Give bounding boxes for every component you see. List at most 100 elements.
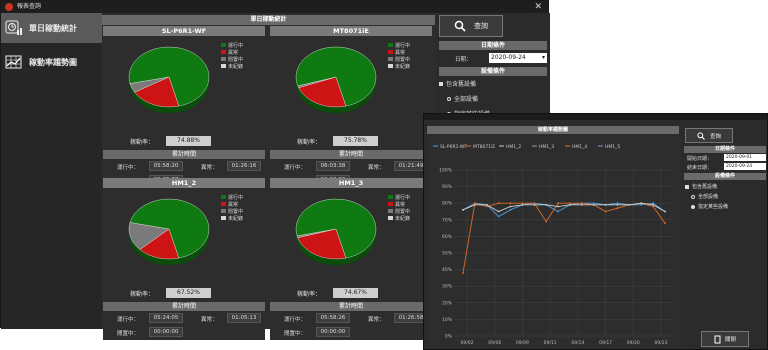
data-point	[616, 207, 619, 210]
machine-name: HM1_2	[103, 178, 265, 188]
title-bar	[424, 114, 767, 120]
pie-legend: 運行中 異常 閒置中 未紀錄	[221, 43, 243, 71]
machine-card: MT8071iE 運行中 異常 閒置中 未紀錄 稼動率： 75.78% 累計時間 運行…	[270, 26, 432, 188]
data-point	[604, 210, 607, 213]
date-header: 日期條件	[439, 41, 547, 50]
legend-swatch	[221, 195, 226, 199]
data-point	[616, 202, 619, 205]
data-point	[545, 203, 548, 206]
data-point	[462, 208, 464, 211]
data-point	[533, 203, 536, 206]
data-point	[509, 202, 512, 205]
run-time: 05:24:05	[149, 313, 183, 323]
include-old-checkbox[interactable]: 包含舊設備	[685, 183, 717, 190]
data-point	[616, 203, 619, 206]
date-input[interactable]: 2020-09-24 ▾	[489, 53, 547, 63]
legend-swatch	[221, 216, 226, 220]
pie-legend: 運行中 異常 閒置中 未紀錄	[388, 195, 410, 223]
data-point	[497, 215, 500, 218]
legend-swatch	[221, 202, 226, 206]
legend-label: 未紀錄	[395, 216, 411, 222]
trend-header: 稼動率趨勢圖	[427, 126, 679, 134]
y-tick-label: 30%	[442, 284, 453, 290]
legend-label: 運行中	[228, 195, 244, 201]
start-date-input[interactable]: 2020-09-01	[724, 154, 766, 161]
rate-label: 稼動率：	[297, 139, 322, 146]
rate-value: 67.52%	[166, 288, 211, 298]
y-tick-label: 40%	[442, 267, 453, 273]
x-tick-label: 09/14	[571, 340, 584, 346]
legend-swatch	[221, 43, 226, 47]
pie-legend: 運行中 異常 閒置中 未紀錄	[388, 43, 410, 71]
legend-label: SL-P6R1-WF	[440, 144, 467, 150]
radio-specific-devices[interactable]: 指定某些設備	[691, 203, 728, 210]
data-point	[592, 202, 595, 205]
calendar-icon[interactable]: ▾	[542, 53, 545, 62]
close-icon[interactable]: ✕	[534, 1, 542, 13]
trend-window: 稼動率趨勢圖 SL-P6R1-WF MT8071iE HM1_2 HM1_3 HM1_4…	[423, 113, 768, 350]
window-title: 報表查詢	[17, 3, 42, 10]
abnormal-label: 異常：	[368, 317, 385, 323]
legend-item: 異常	[221, 202, 243, 209]
data-point	[521, 203, 524, 206]
y-tick-label: 100%	[439, 168, 453, 174]
data-point	[533, 202, 536, 205]
legend-swatch	[221, 209, 226, 213]
query-button[interactable]: 查詢	[439, 15, 503, 37]
data-point	[652, 205, 655, 208]
y-tick-label: 70%	[442, 217, 453, 223]
data-point	[652, 203, 655, 206]
radio-all-devices[interactable]: 全部設備	[447, 94, 478, 103]
legend-label: HM1_4	[572, 144, 587, 150]
y-tick-label: 20%	[442, 300, 453, 306]
chart-background	[427, 136, 681, 348]
data-point	[485, 205, 488, 208]
rate-value: 75.78%	[333, 136, 378, 146]
x-tick-label: 09/02	[461, 340, 474, 346]
abnormal-label: 異常：	[201, 165, 218, 171]
legend-swatch	[221, 50, 226, 54]
data-point	[497, 202, 500, 205]
x-tick-label: 09/11	[544, 340, 557, 346]
close-button[interactable]: 關閉	[701, 331, 749, 347]
radio-icon	[691, 204, 695, 209]
idle-label: 閒置中：	[117, 331, 140, 337]
idle-time: 00:00:00	[316, 327, 350, 337]
legend-label: 未紀錄	[228, 216, 244, 222]
legend-item: 未紀錄	[221, 216, 243, 223]
checkbox-label: 包含舊設備	[692, 184, 718, 190]
legend-label: 異常	[395, 50, 406, 56]
data-point	[509, 205, 512, 208]
radio-label: 指定某些設備	[698, 204, 729, 210]
nav-label: 稼動率趨勢圖	[29, 57, 77, 67]
radio-label: 全部設備	[454, 96, 479, 103]
legend-item: 未紀錄	[388, 216, 410, 223]
checkbox-label: 包含舊設備	[446, 81, 477, 88]
include-old-checkbox[interactable]: 包含舊設備	[439, 79, 476, 88]
abnormal-time: 01:05:13	[227, 313, 261, 323]
data-point	[509, 208, 512, 211]
end-date-input[interactable]: 2020-09-24	[724, 163, 766, 170]
daily-stats-panel: 單日稼動統計 SL-P6R1-WF 運行中 異常 閒置中 未紀錄 稼動率： 74.88…	[102, 13, 435, 340]
machine-name: SL-P6R1-WF	[103, 26, 265, 36]
data-point	[557, 202, 559, 205]
nav-daily-stats[interactable]: 單日稼動統計	[1, 13, 102, 43]
time-header: 累計時間	[270, 150, 432, 159]
radio-all-devices[interactable]: 全部設備	[691, 193, 718, 200]
checkbox-icon	[439, 81, 443, 86]
nav-trend[interactable]: 稼動率趨勢圖	[1, 47, 102, 77]
title-bar: 報表查詢 ✕	[1, 1, 548, 13]
legend-label: 異常	[228, 50, 239, 56]
machine-name: HM1_3	[270, 178, 432, 188]
abnormal-label: 異常：	[368, 165, 385, 171]
idle-label: 閒置中：	[284, 331, 307, 337]
legend-label: 未紀錄	[395, 64, 411, 70]
legend-item: 閒置中	[388, 209, 410, 216]
legend-label: 未紀錄	[228, 64, 244, 70]
legend-swatch	[388, 57, 393, 61]
run-label: 運行中：	[117, 317, 140, 323]
rate-label: 稼動率：	[130, 291, 155, 298]
y-tick-label: 50%	[442, 251, 453, 257]
trend-query-button[interactable]: 查詢	[685, 128, 733, 143]
legend-item: 運行中	[388, 43, 410, 50]
